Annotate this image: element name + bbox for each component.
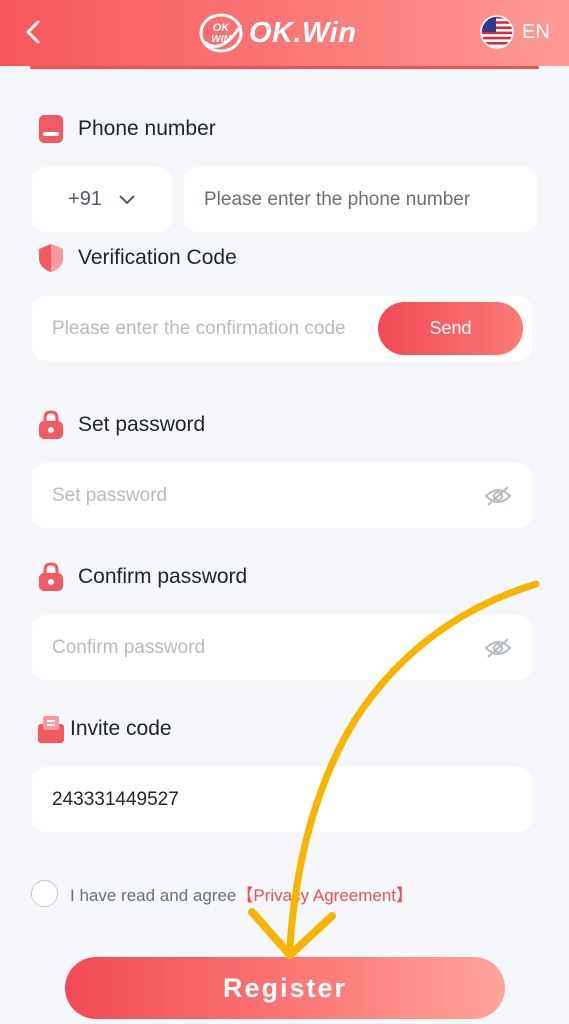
- country-code-value: +91: [68, 188, 102, 210]
- verification-label: Verification Code: [78, 246, 237, 269]
- us-flag-icon: [480, 15, 514, 49]
- country-code-select[interactable]: +91: [32, 167, 172, 232]
- send-code-button[interactable]: Send: [378, 302, 523, 355]
- confirm-password-field: [32, 615, 532, 680]
- language-label: EN: [522, 20, 550, 43]
- svg-text:OK: OK: [213, 22, 231, 34]
- phone-label: Phone number: [78, 117, 216, 140]
- password-label: Set password: [78, 413, 206, 436]
- svg-text:WIN: WIN: [211, 34, 231, 45]
- language-selector[interactable]: EN: [480, 14, 550, 50]
- phone-input[interactable]: [184, 167, 537, 232]
- confirm-password-label-row: Confirm password: [36, 562, 247, 592]
- eye-off-icon[interactable]: [484, 637, 512, 659]
- confirm-password-input[interactable]: [32, 615, 532, 680]
- invite-icon: [36, 714, 66, 744]
- phone-field: [184, 167, 537, 232]
- agreement-text: I have read and agree: [70, 886, 237, 905]
- phone-icon: [36, 114, 66, 144]
- header-divider: [30, 66, 539, 69]
- logo-badge-icon: OK WIN: [199, 13, 243, 53]
- lock-icon: [36, 410, 66, 440]
- shield-icon: [36, 243, 66, 273]
- invite-label: Invite code: [70, 717, 172, 740]
- password-field: [32, 463, 532, 528]
- confirm-password-label: Confirm password: [78, 565, 248, 588]
- logo-text: OK.Win: [249, 16, 357, 49]
- agreement-row: I have read and agree【Privacy Agreement】: [31, 880, 413, 907]
- agreement-checkbox[interactable]: [31, 880, 58, 907]
- back-button[interactable]: [18, 16, 48, 48]
- invite-field: [32, 767, 532, 832]
- password-input[interactable]: [32, 463, 532, 528]
- agreement-text-wrap: I have read and agree【Privacy Agreement】: [70, 881, 413, 906]
- phone-label-row: Phone number: [36, 114, 216, 144]
- app-header: OK WIN OK.Win EN: [0, 0, 569, 66]
- verification-label-row: Verification Code: [36, 243, 237, 273]
- invite-input[interactable]: [32, 767, 532, 832]
- chevron-down-icon: [119, 194, 135, 204]
- register-button[interactable]: Register: [65, 957, 505, 1019]
- eye-off-icon[interactable]: [484, 485, 512, 507]
- privacy-agreement-link[interactable]: 【Privacy Agreement】: [236, 886, 413, 905]
- invite-label-row: Invite code: [36, 714, 172, 744]
- brand-logo: OK WIN OK.Win: [197, 11, 356, 55]
- password-label-row: Set password: [36, 410, 205, 440]
- chevron-left-icon: [26, 20, 40, 44]
- lock-icon: [36, 562, 66, 592]
